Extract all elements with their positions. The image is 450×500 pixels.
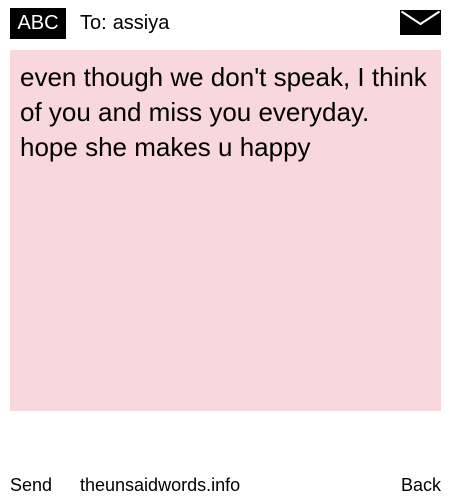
site-label: theunsaidwords.info bbox=[80, 475, 241, 495]
message-area[interactable]: even though we don't speak, I think of y… bbox=[10, 50, 441, 411]
softkey-bar: Send theunsaidwords.info Back bbox=[0, 470, 450, 500]
recipient-name: assiya bbox=[112, 12, 170, 34]
header-bar: ABC To: assiya bbox=[0, 0, 450, 50]
send-button[interactable]: Send bbox=[10, 472, 52, 498]
envelope-icon bbox=[400, 10, 441, 35]
input-mode-badge[interactable]: ABC bbox=[10, 8, 66, 39]
message-body: even though we don't speak, I think of y… bbox=[20, 62, 435, 162]
back-button[interactable]: Back bbox=[401, 472, 441, 498]
recipient-line: To: assiya bbox=[80, 10, 169, 36]
to-label: To: bbox=[80, 12, 107, 34]
message-composer-screen: ABC To: assiya even though we don't speak… bbox=[0, 0, 450, 500]
